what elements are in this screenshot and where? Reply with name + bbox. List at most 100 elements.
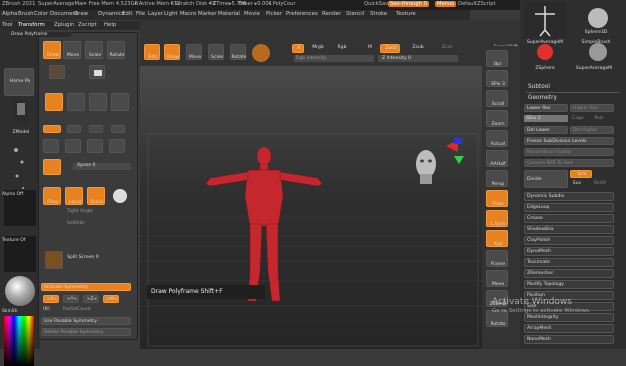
gyro-icon[interactable] [252, 44, 270, 62]
menu-color[interactable]: Color [34, 11, 48, 17]
geometry-item-nanomesh[interactable]: NanoMesh [524, 335, 614, 344]
geometry-item-crease[interactable]: Crease [524, 214, 614, 223]
home-page-button[interactable]: Home Pa [4, 68, 34, 96]
shelf-move-button[interactable]: Move [186, 44, 202, 60]
geometry-item-meshintegrity[interactable]: MeshIntegrity [524, 313, 614, 322]
menu-picker[interactable]: Picker [266, 11, 282, 17]
tool-actual-button[interactable]: Actual [486, 130, 508, 147]
tool-thumb-simplebrush[interactable] [589, 43, 607, 61]
menu-render[interactable]: Render [322, 11, 341, 17]
edit-mode-button[interactable] [45, 93, 63, 111]
superaverageman-model[interactable] [205, 146, 323, 302]
rotate-mode-button[interactable] [111, 93, 129, 111]
quick-button[interactable]: Quick [87, 187, 105, 205]
cage-button[interactable]: Cage [570, 116, 586, 121]
xpose-slider[interactable]: Xpose 0 [73, 163, 131, 170]
see-through-slider[interactable]: See-through 0 [388, 1, 429, 7]
use-posable-symmetry-button[interactable]: Use Posable Symmetry [41, 317, 131, 325]
convert-bpr-button[interactable]: Convert BPR To Geo [524, 159, 614, 167]
tool-bpr-button[interactable]: Bpr [486, 50, 508, 67]
mrgb-toggle[interactable]: Mrgb [310, 45, 326, 50]
aahalf-button[interactable] [109, 139, 125, 153]
zoom-button[interactable] [65, 139, 81, 153]
menu-material[interactable]: Material [218, 11, 240, 17]
geometry-item-zremesher[interactable]: ZRemesher [524, 269, 614, 278]
tool-floor-button[interactable]: Floor [486, 190, 508, 207]
a-toggle[interactable]: A [292, 44, 304, 53]
sym-z-button[interactable]: >Z< [83, 295, 99, 303]
sym-m-button[interactable]: >M< [103, 295, 119, 303]
geometry-item-dynamic-subdiv[interactable]: Dynamic Subdiv [524, 192, 614, 201]
split-screen-button[interactable] [45, 251, 63, 269]
z-intensity-slider[interactable]: Z Intensity 0 [378, 55, 458, 62]
shelf-draw-button[interactable]: Draw [164, 44, 180, 60]
menu-light[interactable]: Light [164, 11, 177, 17]
axis-gizmo[interactable] [446, 138, 464, 164]
menu-alpha[interactable]: Alpha [2, 11, 17, 17]
z-button[interactable] [89, 125, 103, 133]
tool-thumb-zsphere[interactable] [537, 44, 553, 60]
geometry-item-claypolish[interactable]: ClayPolish [524, 236, 614, 245]
camera-button[interactable] [89, 65, 105, 79]
geometry-item-dynamesh[interactable]: DynaMesh [524, 247, 614, 256]
del-lower-button[interactable]: Del Lower [524, 126, 568, 134]
sym-y-button[interactable]: >Y< [63, 295, 79, 303]
geometry-header[interactable]: Geometry [528, 95, 568, 101]
menu-help[interactable]: Help [104, 22, 116, 28]
menu-stroke[interactable]: Stroke [370, 11, 387, 17]
color-picker[interactable] [4, 316, 34, 366]
tool-spix-3-button[interactable]: SPix 3 [486, 70, 508, 87]
menu-edit[interactable]: Edit [122, 11, 132, 17]
tool-move-button[interactable]: Move [486, 270, 508, 287]
flyout-draw-button[interactable]: Draw [43, 41, 61, 59]
tool-xyz-button[interactable]: Xyz [486, 230, 508, 247]
menu-zplugin[interactable]: Zplugin [54, 22, 74, 28]
reuv-toggle[interactable]: ReUV [592, 181, 608, 186]
q-button[interactable] [111, 125, 125, 133]
tool-frame-button[interactable]: Frame [486, 250, 508, 267]
menu-transform[interactable]: Transform [18, 22, 45, 28]
divide-button[interactable]: Divide [524, 170, 568, 188]
rgb-intensity-slider[interactable]: Rgb Intensity [294, 55, 374, 62]
frame-button[interactable] [43, 139, 59, 153]
menu-brush[interactable]: Brush [18, 11, 34, 17]
menu-file[interactable]: File [136, 11, 145, 17]
menu-movie[interactable]: Movie [244, 11, 260, 17]
local-button[interactable]: Local [65, 187, 83, 205]
zcut-toggle[interactable]: Zcut [440, 45, 454, 50]
higher-res-button[interactable]: Higher Res [570, 104, 614, 112]
xyz-button[interactable] [43, 125, 61, 133]
reconstruct-subdiv-button[interactable]: Reconstruct Subdiv [524, 148, 614, 156]
flyout-scale-button[interactable]: Scale [85, 41, 103, 59]
activate-symmetry-button[interactable]: Activate Symmetry [41, 283, 131, 291]
xpose-sym-button[interactable] [43, 159, 61, 175]
zmodeler-brush-thumb[interactable] [14, 100, 28, 122]
menu-tool[interactable]: Tool [2, 22, 12, 28]
menu-layer[interactable]: Layer [148, 11, 163, 17]
shelf-scale-button[interactable]: Scale [208, 44, 224, 60]
tool-thumb-sphere3d[interactable] [588, 8, 608, 28]
menu-zscript[interactable]: Zscript [78, 22, 97, 28]
menu-draw[interactable]: Draw [74, 11, 88, 17]
canvas-viewport[interactable] [140, 66, 482, 349]
geometry-item-arraymesh[interactable]: ArrayMesh [524, 324, 614, 333]
lower-res-button[interactable]: Lower Res [524, 104, 568, 112]
light-sphere[interactable] [113, 189, 127, 203]
geometry-item-edgeloop[interactable]: EdgeLoop [524, 203, 614, 212]
tool-zoom-button[interactable]: Zoom [486, 110, 508, 127]
zadd-toggle[interactable]: Zadd [380, 44, 400, 53]
flyout-move-button[interactable]: Move [63, 41, 81, 59]
subtool-header[interactable]: Subtool [528, 84, 568, 90]
gizmo-y-green[interactable] [454, 156, 464, 164]
tool-l-sym-button[interactable]: L.Sym [486, 210, 508, 227]
menu-texture[interactable]: Texture [396, 11, 416, 17]
sym-x-button[interactable]: >X< [43, 295, 59, 303]
menu-dynamics[interactable]: Dynamics [98, 11, 125, 17]
m-toggle[interactable]: M [366, 45, 374, 50]
tool-aahalf-button[interactable]: AAHalf [486, 150, 508, 167]
sdiv-slider[interactable]: SDiv 2 [524, 115, 568, 122]
geometry-item-tessimate[interactable]: Tessimate [524, 258, 614, 267]
scale-mode-button[interactable] [89, 93, 107, 111]
zsub-toggle[interactable]: Zsub [410, 45, 426, 50]
rstr-button[interactable]: Rstr [592, 116, 606, 121]
